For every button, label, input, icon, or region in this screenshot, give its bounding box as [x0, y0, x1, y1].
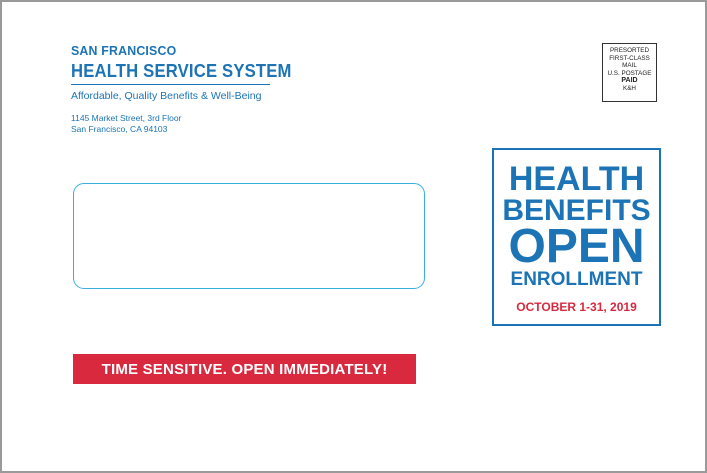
sender-org-name: HEALTH SERVICE SYSTEM — [71, 60, 292, 81]
postage-indicia: PRESORTED FIRST-CLASS MAIL U.S. POSTAGE … — [602, 43, 657, 102]
postage-line-3: U.S. POSTAGE — [607, 69, 652, 77]
address-line-2: San Francisco, CA 94103 — [71, 124, 168, 134]
envelope: SAN FRANCISCO HEALTH SERVICE SYSTEM Affo… — [0, 0, 707, 473]
sender-org-line1: SAN FRANCISCO — [71, 43, 177, 58]
time-sensitive-banner: TIME SENSITIVE. OPEN IMMEDIATELY! — [73, 354, 416, 384]
promo-line-open: OPEN — [508, 220, 645, 273]
postage-line-paid: PAID — [621, 77, 638, 85]
sender-divider — [71, 84, 270, 85]
address-line-1: 1145 Market Street, 3rd Floor — [71, 113, 182, 123]
sender-address: 1145 Market Street, 3rd Floor San Franci… — [71, 113, 181, 135]
postage-line-5: K&H — [623, 84, 636, 92]
postage-line-2: FIRST-CLASS MAIL — [609, 54, 650, 70]
postage-line-1: PRESORTED — [609, 47, 650, 54]
promo-line-health: HEALTH — [508, 160, 645, 198]
open-enrollment-badge: HEALTH BENEFITS OPEN ENROLLMENT OCTOBER … — [492, 148, 661, 326]
promo-line-enrollment: ENROLLMENT — [510, 269, 643, 290]
sender-tagline: Affordable, Quality Benefits & Well-Bein… — [71, 90, 262, 102]
address-window — [73, 183, 425, 289]
promo-dates: OCTOBER 1-31, 2019 — [516, 300, 637, 314]
